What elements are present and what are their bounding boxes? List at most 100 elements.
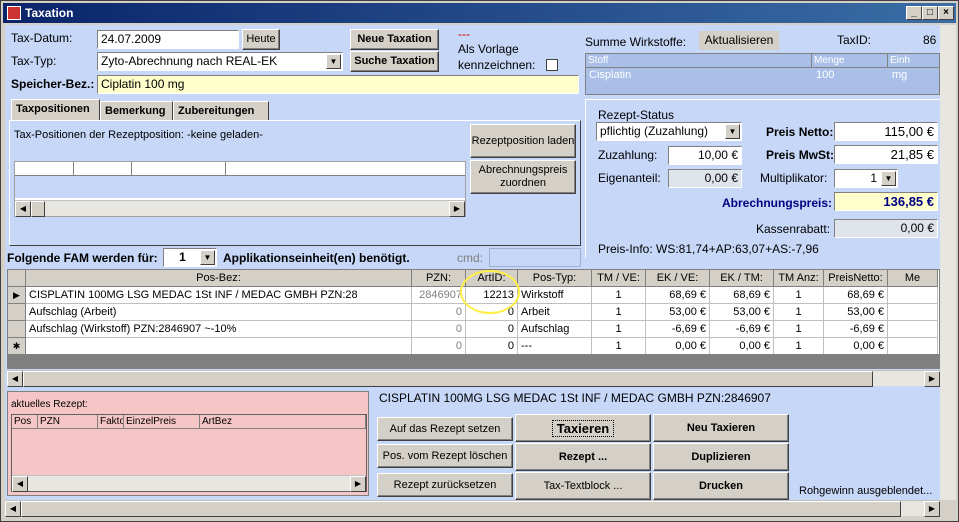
duplizieren-button[interactable]: Duplizieren: [653, 443, 789, 471]
fam-count-select[interactable]: 1 ▼: [163, 248, 217, 267]
abrechnungspreis-zuordnen-button[interactable]: Abrechnungspreis zuordnen: [470, 160, 576, 194]
scroll-thumb[interactable]: [31, 201, 45, 217]
chevron-down-icon[interactable]: ▼: [326, 54, 341, 69]
cell-tm-ve[interactable]: 1: [592, 338, 646, 354]
tab-bemerkung[interactable]: Bemerkung: [100, 101, 173, 121]
wirkstoffe-list[interactable]: Stoff Menge Einh Cisplatin 100 mg: [585, 53, 940, 95]
chevron-down-icon[interactable]: ▼: [881, 171, 896, 186]
rezept-status-select[interactable]: pflichtig (Zuzahlung) ▼: [596, 122, 742, 141]
cmd-input[interactable]: [489, 248, 581, 267]
cell-me[interactable]: [888, 321, 938, 338]
cell-pos-typ[interactable]: Aufschlag: [518, 321, 592, 338]
cell-tm-ve[interactable]: 1: [592, 287, 646, 304]
cell-tm-anz[interactable]: 1: [774, 321, 824, 338]
suche-taxation-button[interactable]: Suche Taxation: [350, 51, 439, 72]
grid-header-pos-typ[interactable]: Pos-Typ:: [518, 270, 592, 287]
cell-tm-ve[interactable]: 1: [592, 321, 646, 338]
grid-header-ek-tm[interactable]: EK / TM:: [710, 270, 774, 287]
cell-pos-typ[interactable]: Wirkstoff: [518, 287, 592, 304]
new-record-icon[interactable]: ✱: [8, 338, 26, 354]
cell-me[interactable]: [888, 287, 938, 304]
neue-taxation-button[interactable]: Neue Taxation: [350, 29, 439, 50]
taxieren-button[interactable]: Taxieren: [515, 414, 651, 442]
scroll-left-icon[interactable]: ◀: [12, 476, 28, 492]
scroll-right-icon[interactable]: ▶: [924, 371, 940, 387]
scroll-thumb[interactable]: [21, 501, 901, 517]
scroll-right-icon[interactable]: ▶: [449, 201, 465, 217]
cell-pos-typ[interactable]: ---: [518, 338, 592, 354]
vorlage-checkbox[interactable]: [546, 59, 558, 71]
cell-ek-tm[interactable]: 53,00 €: [710, 304, 774, 321]
preis-netto-input[interactable]: 115,00 €: [834, 122, 938, 141]
scroll-thumb[interactable]: [23, 371, 873, 387]
cell-preis-netto[interactable]: -6,69 €: [824, 321, 888, 338]
cell-pos-typ[interactable]: Arbeit: [518, 304, 592, 321]
drucken-button[interactable]: Drucken: [653, 472, 789, 500]
rezeptposition-laden-button[interactable]: Rezeptposition laden: [470, 124, 576, 158]
record-selector[interactable]: [8, 321, 26, 338]
cell-ek-ve[interactable]: 53,00 €: [646, 304, 710, 321]
heute-button[interactable]: Heute: [242, 29, 280, 50]
window-vscrollbar[interactable]: [940, 25, 956, 500]
cell-pzn[interactable]: 0: [412, 321, 466, 338]
rezept-button[interactable]: Rezept ...: [515, 443, 651, 471]
preis-mwst-input[interactable]: 21,85 €: [834, 145, 938, 164]
rezept-zuruecksetzen-button[interactable]: Rezept zurücksetzen: [377, 473, 513, 497]
scroll-right-icon[interactable]: ▶: [350, 476, 366, 492]
close-icon[interactable]: ×: [938, 6, 954, 20]
grid-header-tm-ve[interactable]: TM / VE:: [592, 270, 646, 287]
cell-pzn[interactable]: 2846907: [412, 287, 466, 304]
speicher-bez-input[interactable]: Ciplatin 100 mg: [97, 75, 579, 94]
grid-header-pzn[interactable]: PZN:: [412, 270, 466, 287]
cell-ek-tm[interactable]: -6,69 €: [710, 321, 774, 338]
auf-rezept-setzen-button[interactable]: Auf das Rezept setzen: [377, 417, 513, 441]
pos-loeschen-button[interactable]: Pos. vom Rezept löschen: [377, 444, 513, 468]
title-bar[interactable]: Taxation _ □ ×: [3, 3, 956, 23]
cell-pzn[interactable]: 0: [412, 304, 466, 321]
scroll-right-icon[interactable]: ▶: [924, 501, 940, 517]
multiplikator-select[interactable]: 1 ▼: [834, 169, 898, 188]
grid-header-pos-bez[interactable]: Pos-Bez:: [26, 270, 412, 287]
cell-pos-bez[interactable]: Aufschlag (Arbeit): [26, 304, 412, 321]
maximize-icon[interactable]: □: [922, 6, 938, 20]
cell-pos-bez[interactable]: CISPLATIN 100MG LSG MEDAC 1St INF / MEDA…: [26, 287, 412, 304]
scroll-left-icon[interactable]: ◀: [5, 501, 21, 517]
cell-preis-netto[interactable]: 53,00 €: [824, 304, 888, 321]
cell-tm-anz[interactable]: 1: [774, 338, 824, 354]
record-selector[interactable]: [8, 304, 26, 321]
cell-pos-bez[interactable]: [26, 338, 412, 354]
tax-typ-select[interactable]: Zyto-Abrechnung nach REAL-EK ▼: [97, 52, 343, 71]
cell-artid[interactable]: 0: [466, 338, 518, 354]
grid-header-preis-netto[interactable]: PreisNetto:: [824, 270, 888, 287]
window-hscrollbar[interactable]: ◀ ▶: [5, 500, 940, 517]
taxpositionen-scrollbar[interactable]: ◀ ▶: [15, 200, 465, 217]
cell-pzn[interactable]: 0: [412, 338, 466, 354]
grid-header-me[interactable]: Me: [888, 270, 938, 287]
cell-me[interactable]: [888, 338, 938, 354]
grid-header-ek-ve[interactable]: EK / VE:: [646, 270, 710, 287]
aktuelles-rezept-list[interactable]: Pos PZN Fakto EinzelPreis ArtBez ◀ ▶: [11, 414, 367, 492]
cell-preis-netto[interactable]: 0,00 €: [824, 338, 888, 354]
current-record-icon[interactable]: ▶: [8, 287, 26, 304]
positions-scrollbar[interactable]: ◀ ▶: [7, 370, 940, 387]
minimize-icon[interactable]: _: [906, 6, 922, 20]
tax-textblock-button[interactable]: Tax-Textblock ...: [515, 472, 651, 500]
cell-pos-bez[interactable]: Aufschlag (Wirkstoff) PZN:2846907 ~-10%: [26, 321, 412, 338]
cell-ek-tm[interactable]: 0,00 €: [710, 338, 774, 354]
cell-ek-tm[interactable]: 68,69 €: [710, 287, 774, 304]
scroll-left-icon[interactable]: ◀: [15, 201, 31, 217]
scroll-left-icon[interactable]: ◀: [7, 371, 23, 387]
tab-taxpositionen[interactable]: Taxpositionen: [11, 99, 100, 121]
cell-ek-ve[interactable]: -6,69 €: [646, 321, 710, 338]
rezept-scrollbar[interactable]: ◀ ▶: [12, 475, 366, 492]
tax-datum-input[interactable]: 24.07.2009: [97, 30, 239, 49]
cell-tm-anz[interactable]: 1: [774, 304, 824, 321]
cell-me[interactable]: [888, 304, 938, 321]
aktualisieren-button[interactable]: Aktualisieren: [699, 31, 779, 50]
cell-ek-ve[interactable]: 0,00 €: [646, 338, 710, 354]
cell-artid[interactable]: 0: [466, 321, 518, 338]
cell-tm-ve[interactable]: 1: [592, 304, 646, 321]
neu-taxieren-button[interactable]: Neu Taxieren: [653, 414, 789, 442]
chevron-down-icon[interactable]: ▼: [200, 250, 215, 265]
tab-zubereitungen[interactable]: Zubereitungen: [173, 101, 269, 121]
